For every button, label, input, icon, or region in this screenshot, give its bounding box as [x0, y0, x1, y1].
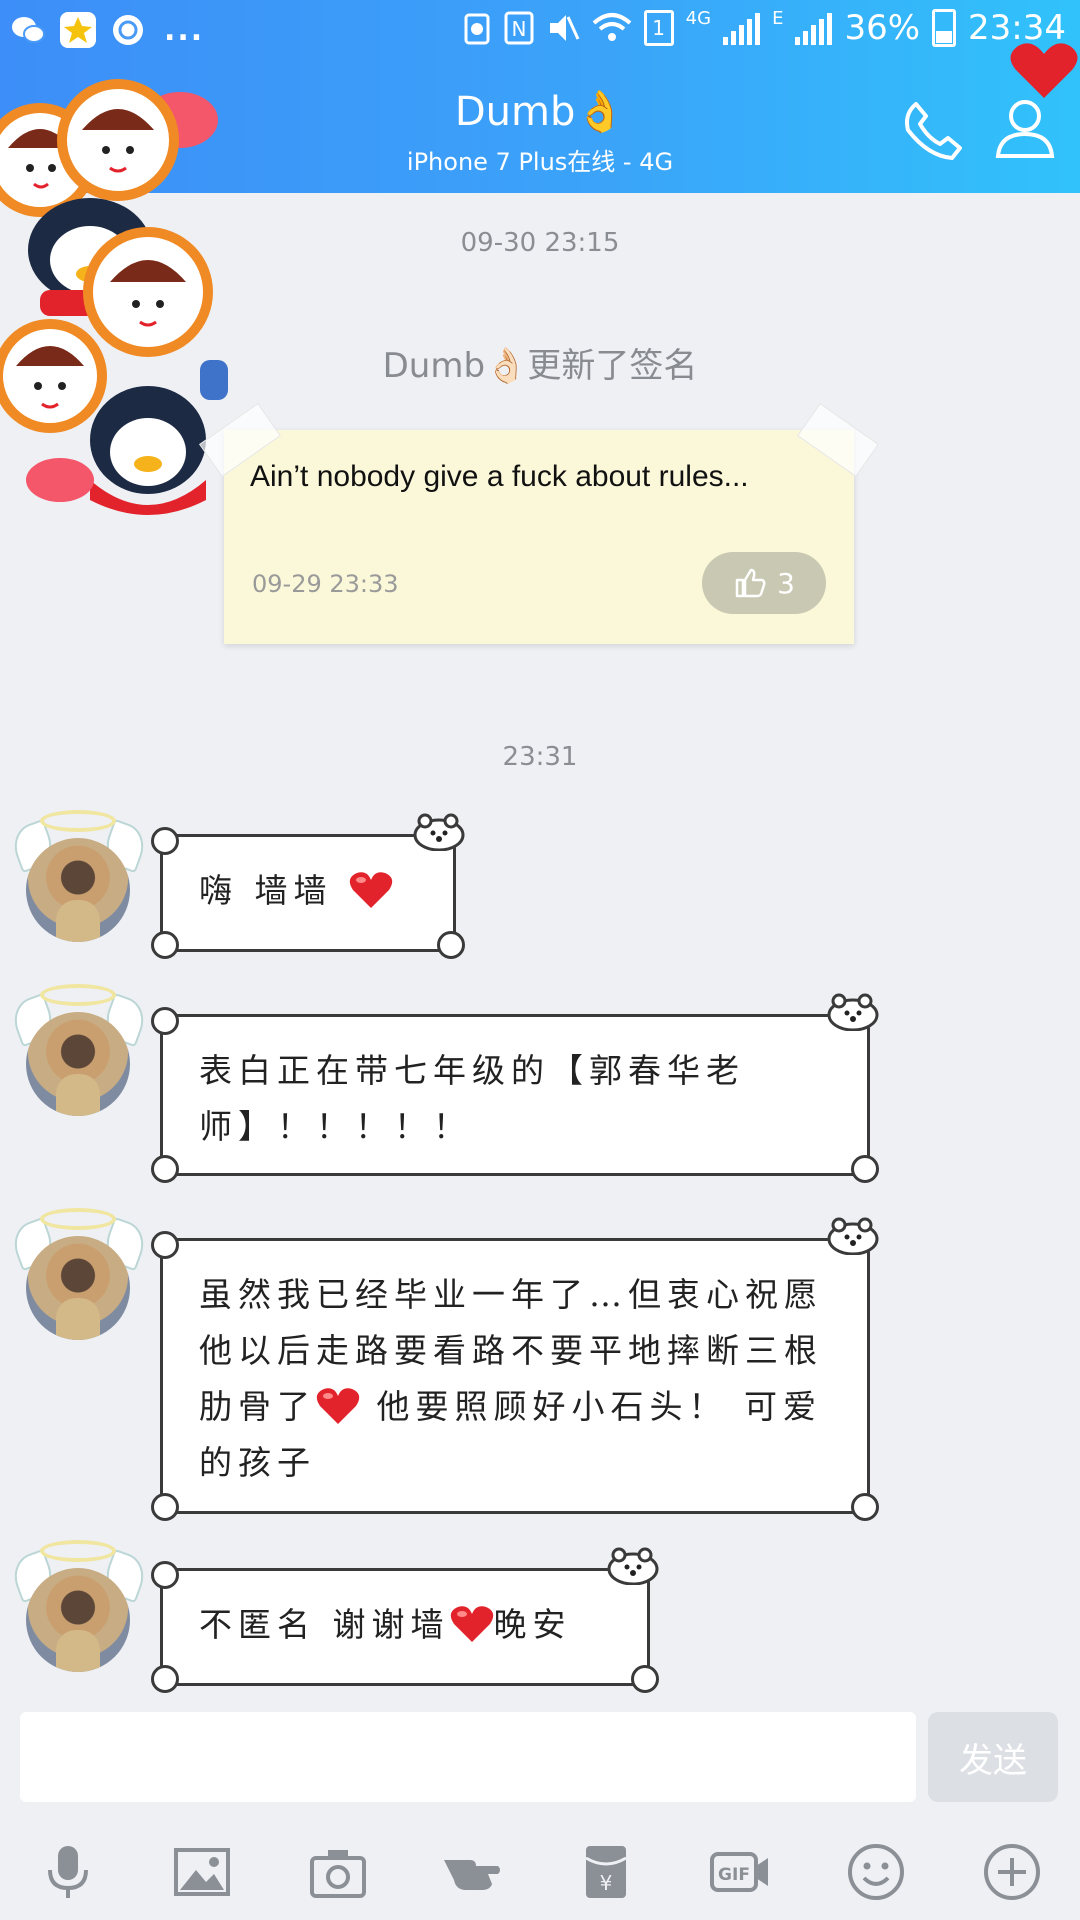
input-toolbar: ¥ GIF — [0, 1820, 1080, 1920]
message-text: 嗨 墙墙 — [199, 871, 349, 910]
sender-avatar[interactable] — [7, 1540, 151, 1680]
message-text: 不匿名 谢谢墙 — [199, 1605, 450, 1644]
tape-decoration — [797, 402, 879, 478]
halo-decoration — [40, 984, 116, 1006]
halo-decoration — [40, 1540, 116, 1562]
status-bar: ... N 1 4G E 36% 23:34 — [0, 0, 1080, 64]
signature-date: 09-29 23:33 — [252, 570, 399, 598]
sender-avatar[interactable] — [7, 984, 151, 1124]
profile-button[interactable] — [990, 92, 1060, 162]
thumbs-up-icon — [735, 568, 766, 598]
signature-card[interactable]: Ain’t nobody give a fuck about rules... … — [199, 402, 879, 644]
svg-text:¥: ¥ — [600, 1871, 613, 1895]
avatar — [26, 838, 130, 942]
message-bubble[interactable]: 不匿名 谢谢墙 晚安 — [151, 1547, 659, 1693]
camera-icon — [310, 1850, 366, 1898]
avatar — [26, 1012, 130, 1116]
heart-emoji-icon — [450, 1606, 493, 1642]
gif-button[interactable]: GIF — [700, 1834, 780, 1910]
battery-percent: 36% — [844, 8, 921, 48]
poke-button[interactable] — [432, 1834, 512, 1910]
compose-bar: 发送 — [0, 1700, 1080, 1820]
recycle-icon — [464, 13, 490, 45]
avatar — [26, 1236, 130, 1340]
polar-bear-decoration — [607, 1547, 659, 1585]
send-button[interactable]: 发送 — [928, 1712, 1058, 1802]
like-count: 3 — [777, 566, 795, 600]
halo-decoration — [40, 810, 116, 832]
wechat-icon — [10, 12, 46, 48]
mute-vibrate-icon — [549, 15, 580, 41]
more-notifications: ... — [164, 12, 205, 48]
qzone-star-icon — [60, 12, 96, 48]
signature-text: Ain’t nobody give a fuck about rules... — [250, 460, 749, 493]
system-message: Dumb👌🏻更新了签名 — [382, 346, 698, 386]
emoji-button[interactable] — [836, 1834, 916, 1910]
signal-icon-2 — [795, 11, 833, 45]
phone-icon — [905, 102, 962, 160]
svg-text:N: N — [511, 17, 526, 41]
message-input[interactable] — [20, 1712, 916, 1802]
message-bubble[interactable]: 嗨 墙墙 — [151, 813, 465, 959]
sender-avatar[interactable] — [7, 1208, 151, 1348]
sender-avatar[interactable] — [7, 810, 151, 950]
svg-text:GIF: GIF — [718, 1865, 750, 1885]
heart-decoration-icon — [1010, 43, 1078, 98]
polar-bear-decoration — [413, 813, 465, 851]
plus-icon — [984, 1844, 1040, 1900]
emoji-icon — [848, 1844, 904, 1900]
camera-button[interactable] — [298, 1834, 378, 1910]
message-text: 晚安 — [493, 1605, 572, 1644]
heart-emoji-icon — [349, 872, 393, 908]
call-button[interactable] — [898, 96, 968, 166]
network-type: 4G — [685, 8, 712, 29]
avatar — [26, 1568, 130, 1672]
wifi-icon — [592, 13, 631, 41]
photo-button[interactable] — [162, 1834, 242, 1910]
gif-icon: GIF — [710, 1852, 768, 1892]
more-options-button[interactable] — [972, 1834, 1052, 1910]
heart-emoji-icon — [316, 1388, 360, 1424]
battery-icon — [932, 9, 957, 47]
message-bubble[interactable]: 虽然我已经毕业一年了…但衷心祝愿他以后走路要看路不要平地摔断三根肋骨了 他要照顾… — [151, 1217, 879, 1521]
image-icon — [174, 1848, 230, 1896]
microphone-icon — [48, 1846, 88, 1898]
qq-icon — [110, 12, 146, 48]
nfc-icon: N — [504, 11, 534, 45]
timestamp: 09-30 23:15 — [460, 228, 620, 258]
sim-slot-badge: 1 — [643, 10, 674, 46]
red-packet-button[interactable]: ¥ — [566, 1834, 646, 1910]
timestamp: 23:31 — [502, 742, 578, 772]
voice-button[interactable] — [28, 1834, 108, 1910]
person-icon — [995, 100, 1055, 158]
signal-icon — [723, 11, 761, 45]
polar-bear-decoration — [827, 993, 879, 1031]
message-text: 表白正在带七年级的【郭春华老师】！！！！！ — [199, 1051, 745, 1146]
halo-decoration — [40, 1208, 116, 1230]
network-edge: E — [772, 8, 784, 29]
red-packet-icon: ¥ — [585, 1846, 627, 1898]
message-bubble[interactable]: 表白正在带七年级的【郭春华老师】！！！！！ — [151, 993, 879, 1183]
like-button[interactable]: 3 — [702, 552, 826, 614]
poke-hand-icon — [444, 1860, 500, 1890]
polar-bear-decoration — [827, 1217, 879, 1255]
